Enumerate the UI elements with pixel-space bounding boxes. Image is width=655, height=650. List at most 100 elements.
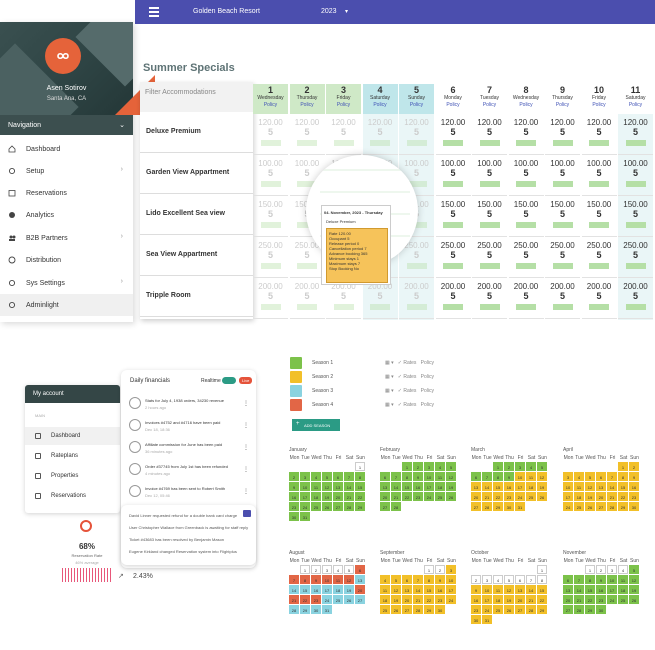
rate-cell[interactable]: 120.00 5 — [435, 114, 471, 155]
calendar-day[interactable]: 17 — [607, 585, 617, 594]
rate-cell[interactable]: 200.00 5 — [399, 278, 434, 319]
calendar-day[interactable]: 9 — [629, 472, 639, 481]
calendar-day[interactable]: 19 — [537, 482, 547, 491]
calendar-day[interactable]: 22 — [493, 492, 503, 501]
avatar[interactable] — [45, 38, 81, 74]
financial-row[interactable]: Invoice #4769 has been sent to Robert Sm… — [129, 483, 251, 505]
sidebar-item-distribution[interactable]: Distribution — [0, 249, 133, 271]
calendar-day[interactable]: 12 — [629, 575, 639, 584]
policy-link[interactable]: Policy — [582, 102, 617, 109]
calendar-day[interactable]: 14 — [413, 585, 423, 594]
rate-cell[interactable]: 200.00 5 — [289, 278, 325, 319]
calendar-day[interactable]: 9 — [413, 472, 423, 481]
rate-cell[interactable]: 250.005 — [545, 237, 580, 278]
calendar-day[interactable]: 2 — [413, 462, 423, 471]
calendar-day[interactable]: 6 — [471, 472, 481, 481]
sidebar-item-reservations[interactable]: Reservations — [0, 182, 133, 204]
more-icon[interactable]: ⋮ — [243, 422, 249, 429]
calendar-day[interactable]: 21 — [607, 492, 617, 501]
rate-cell[interactable]: 150.005 — [472, 196, 507, 237]
more-icon[interactable]: ⋮ — [243, 444, 249, 451]
calendar-day[interactable]: 16 — [289, 492, 299, 501]
calendar-day[interactable]: 26 — [585, 502, 595, 511]
filter-accommodations-input[interactable]: Filter Accommodations — [140, 82, 253, 112]
rate-cell[interactable]: 120.00 5 — [399, 114, 434, 155]
rate-cell[interactable]: 200.00 5 — [545, 278, 580, 319]
season-color-swatch[interactable] — [290, 385, 302, 397]
calendar-day[interactable]: 20 — [402, 595, 412, 604]
calendar-day[interactable]: 10 — [300, 482, 310, 491]
calendar-day[interactable]: 10 — [424, 472, 434, 481]
calendar-day[interactable]: 13 — [380, 482, 390, 491]
calendar-day[interactable]: 22 — [424, 595, 434, 604]
calendar-day[interactable]: 2 — [311, 565, 321, 574]
calendar-day[interactable]: 6 — [563, 575, 573, 584]
calendar-day[interactable]: 7 — [391, 472, 401, 481]
calendar-day[interactable]: 15 — [355, 482, 365, 491]
calendar-day[interactable]: 16 — [311, 585, 321, 594]
calendar-day[interactable]: 16 — [435, 585, 445, 594]
calendar-day[interactable]: 3 — [300, 472, 310, 481]
year-selector[interactable]: 2023 — [321, 8, 337, 15]
calendar-day[interactable]: 6 — [355, 565, 365, 574]
rate-cell[interactable]: 200.00 5 — [253, 278, 288, 319]
calendar-day[interactable]: 8 — [424, 575, 434, 584]
calendar-day[interactable]: 22 — [537, 595, 547, 604]
calendar-day[interactable]: 26 — [322, 502, 332, 511]
calendar-day[interactable]: 27 — [596, 502, 606, 511]
calendar-day[interactable]: 4 — [493, 575, 503, 584]
rate-cell[interactable]: 250.005 — [253, 237, 288, 278]
calendar-day[interactable]: 20 — [333, 492, 343, 501]
calendar-day[interactable]: 20 — [380, 492, 390, 501]
calendar-day[interactable]: 11 — [574, 482, 584, 491]
calendar-day[interactable]: 26 — [446, 492, 456, 501]
calendar-day[interactable]: 15 — [424, 585, 434, 594]
calendar-day[interactable]: 1 — [618, 462, 628, 471]
calendar-day[interactable]: 11 — [380, 585, 390, 594]
calendar-day[interactable]: 5 — [446, 462, 456, 471]
calendar-day[interactable]: 3 — [482, 575, 492, 584]
season-row[interactable]: Season 3 ▦ ▾ ✓ Rates Policy — [290, 385, 655, 399]
calendar-day[interactable]: 11 — [493, 585, 503, 594]
calendar-day[interactable]: 28 — [413, 605, 423, 614]
calendar-day[interactable]: 26 — [629, 595, 639, 604]
rate-cell[interactable]: 150.005 — [253, 196, 288, 237]
calendar-day[interactable]: 14 — [344, 482, 354, 491]
calendar-day[interactable]: 10 — [482, 585, 492, 594]
calendar-day[interactable]: 7 — [289, 575, 299, 584]
sidebar-item-adminlight[interactable]: Adminlight — [0, 294, 133, 316]
calendar-day[interactable]: 5 — [585, 472, 595, 481]
calendar-day[interactable]: 31 — [482, 615, 492, 624]
calendar-day[interactable]: 28 — [526, 605, 536, 614]
calendar-day[interactable]: 28 — [574, 605, 584, 614]
rate-cell[interactable]: 120.00 5 — [472, 114, 507, 155]
calendar-day[interactable]: 10 — [607, 575, 617, 584]
rate-cell[interactable]: 100.005 — [581, 155, 617, 196]
calendar-day[interactable]: 29 — [537, 605, 547, 614]
calendar-day[interactable]: 14 — [289, 585, 299, 594]
calendar-day[interactable]: 27 — [515, 605, 525, 614]
calendar-day[interactable]: 4 — [380, 575, 390, 584]
calendar-day[interactable]: 24 — [607, 595, 617, 604]
calendar-day[interactable]: 17 — [446, 585, 456, 594]
calendar-day[interactable]: 24 — [446, 595, 456, 604]
accommodation-row[interactable]: Deluxe Premium — [140, 112, 253, 153]
calendar-day[interactable]: 12 — [446, 472, 456, 481]
calendar-day[interactable]: 1 — [585, 565, 595, 574]
calendar-day[interactable]: 20 — [563, 595, 573, 604]
calendar-day[interactable]: 13 — [471, 482, 481, 491]
season-row[interactable]: Season 2 ▦ ▾ ✓ Rates Policy — [290, 371, 655, 385]
calendar-day[interactable]: 12 — [504, 585, 514, 594]
rate-cell[interactable]: 100.005 — [253, 155, 288, 196]
calendar-day[interactable]: 16 — [504, 482, 514, 491]
calendar-day[interactable]: 6 — [333, 472, 343, 481]
calendar-day[interactable]: 15 — [585, 585, 595, 594]
rate-cell[interactable]: 120.00 5 — [289, 114, 325, 155]
calendar-day[interactable]: 7 — [607, 472, 617, 481]
calendar-day[interactable]: 1 — [493, 462, 503, 471]
calendar-day[interactable]: 21 — [482, 492, 492, 501]
calendar-day[interactable]: 30 — [311, 605, 321, 614]
calendar-day[interactable]: 18 — [618, 585, 628, 594]
financial-row[interactable]: Affiliate commission for June has been p… — [129, 439, 251, 461]
calendar-day[interactable]: 12 — [344, 575, 354, 584]
